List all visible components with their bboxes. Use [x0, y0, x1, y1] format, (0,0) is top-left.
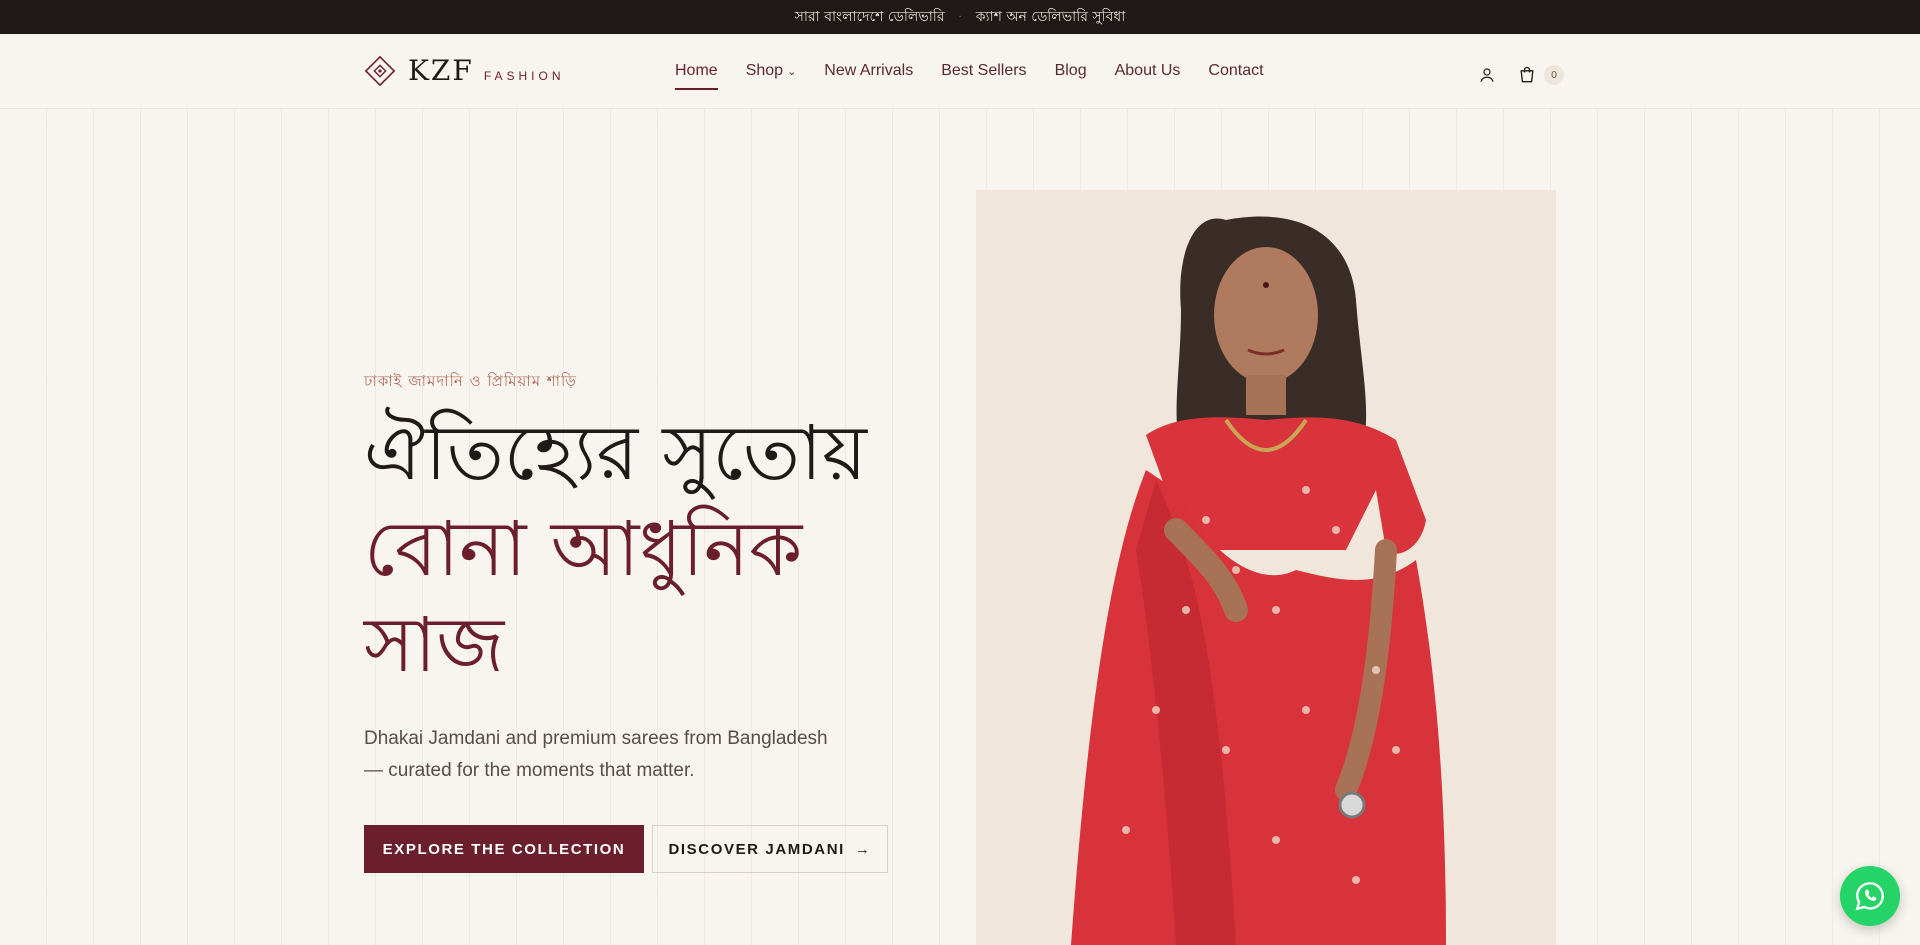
announcement-separator: · [958, 11, 962, 23]
discover-jamdani-label: DISCOVER JAMDANI [668, 840, 845, 858]
cart-count-badge: 0 [1544, 65, 1564, 85]
logo-wordmark: KZF [408, 54, 474, 87]
hero-headline-line2: বোনা আধুনিক সাজ [364, 504, 803, 689]
cart-button[interactable] [1514, 62, 1540, 88]
arrow-right-icon: → [854, 840, 872, 858]
nav-blog[interactable]: Blog [1055, 62, 1087, 90]
announcement-delivery: সারা বাংলাদেশে ডেলিভারি [794, 9, 945, 25]
discover-jamdani-button[interactable]: DISCOVER JAMDANI → [652, 825, 888, 873]
logo[interactable]: KZF FASHION [364, 54, 565, 87]
hero-ctas: EXPLORE THE COLLECTION DISCOVER JAMDANI … [364, 825, 924, 873]
whatsapp-chat-button[interactable] [1840, 866, 1900, 926]
explore-collection-button[interactable]: EXPLORE THE COLLECTION [364, 825, 644, 873]
hero-headline: ঐতিহ্যের সুতোয় বোনা আধুনিক সাজ [364, 405, 924, 693]
hero-lead: Dhakai Jamdani and premium sarees from B… [364, 728, 828, 781]
nav-about-us[interactable]: About Us [1115, 62, 1181, 90]
chevron-down-icon: ⌄ [787, 66, 797, 78]
user-icon [1480, 68, 1494, 82]
hero-content: ঢাকাই জামদানি ও প্রিমিয়াম শাড়ি ঐতিহ্যে… [364, 370, 924, 873]
header-actions: 0 [1474, 62, 1564, 88]
hero-model-image [976, 190, 1556, 945]
hero-background [0, 108, 1920, 945]
logo-subtitle: FASHION [483, 68, 565, 83]
announcement-bar: সারা বাংলাদেশে ডেলিভারি · ক্যাশ অন ডেলিভ… [0, 0, 1920, 34]
logo-diamond-icon [364, 55, 396, 86]
hero-eyebrow: ঢাকাই জামদানি ও প্রিমিয়াম শাড়ি [364, 372, 578, 390]
announcement-cod: ক্যাশ অন ডেলিভারি সুবিধা [975, 9, 1126, 25]
whatsapp-icon [1855, 882, 1884, 911]
main-nav: Home Shop ⌄ New Arrivals Best Sellers Blo… [675, 62, 1264, 90]
nav-shop-label: Shop [745, 62, 784, 79]
nav-contact[interactable]: Contact [1208, 62, 1263, 90]
hero-headline-line1: ঐতিহ্যের সুতোয় [364, 408, 867, 497]
nav-home[interactable]: Home [675, 62, 718, 90]
account-button[interactable] [1474, 62, 1500, 88]
shopping-bag-icon [1520, 66, 1534, 83]
site-header: KZF FASHION Home Shop ⌄ New Arrivals Best… [0, 34, 1920, 109]
nav-shop[interactable]: Shop ⌄ [746, 62, 797, 90]
nav-best-sellers[interactable]: Best Sellers [941, 62, 1026, 90]
saree-model-illustration [1071, 216, 1446, 945]
nav-new-arrivals[interactable]: New Arrivals [824, 62, 913, 90]
